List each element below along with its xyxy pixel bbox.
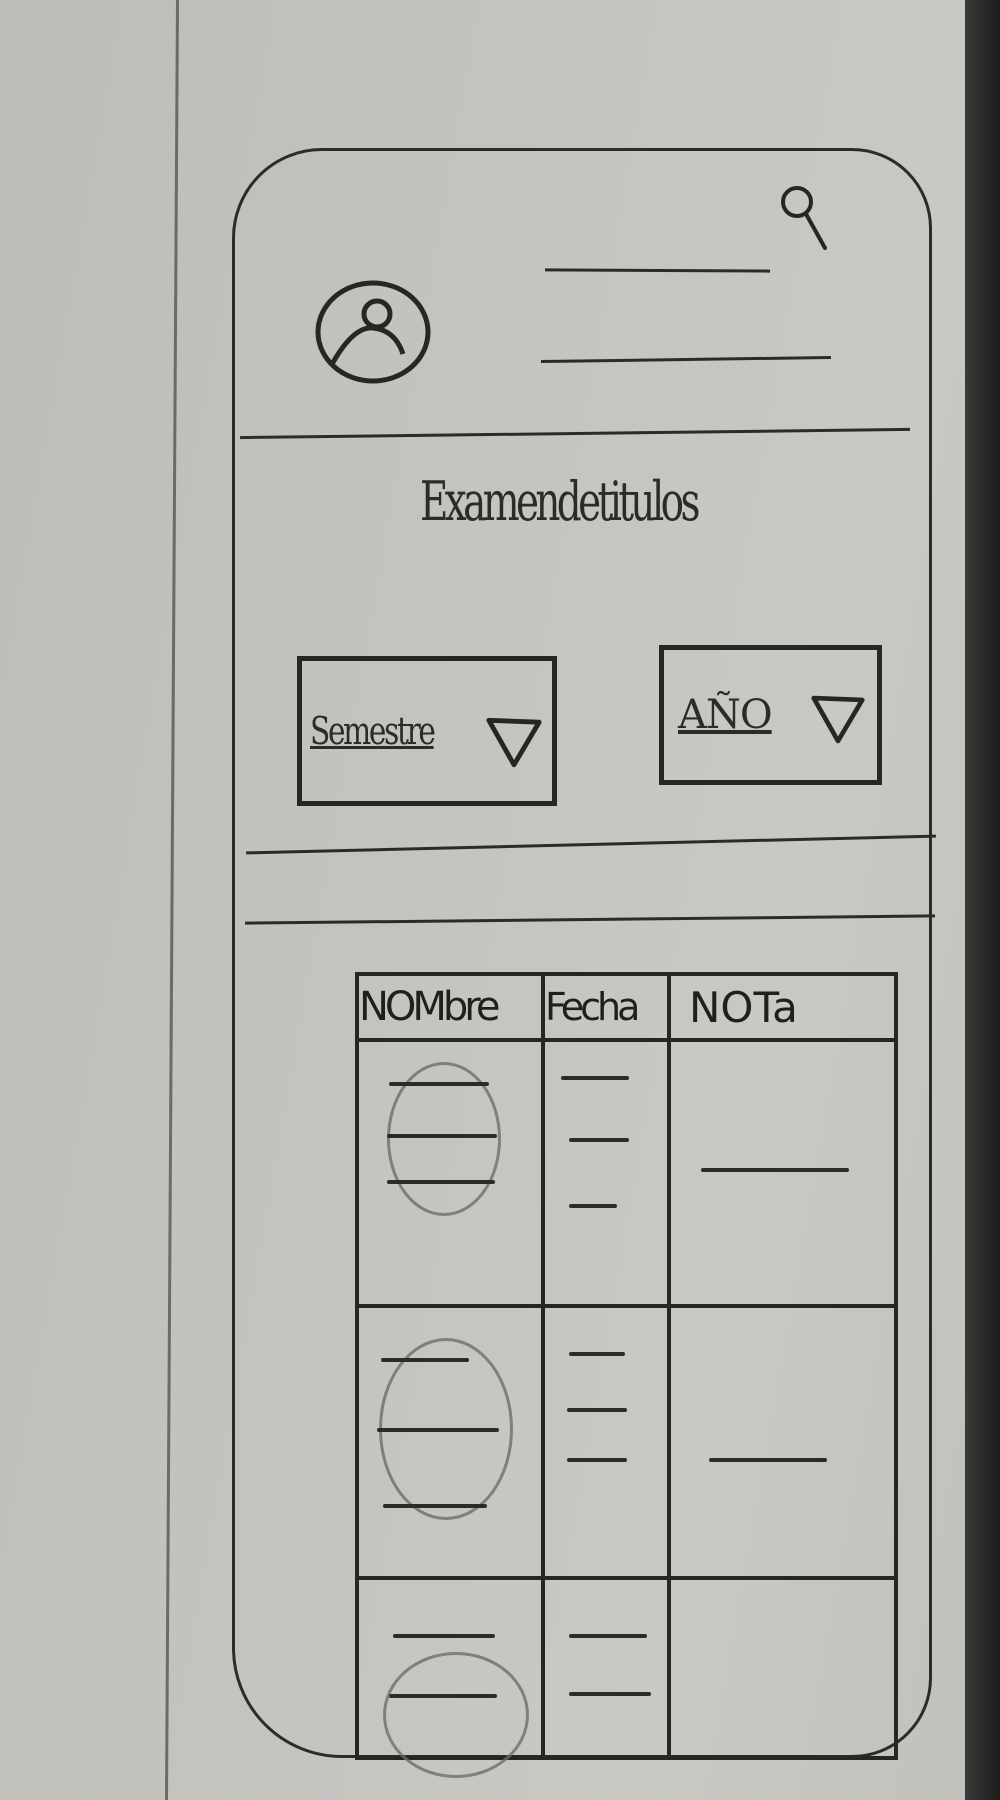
table-row[interactable] — [355, 1038, 898, 1308]
anio-dropdown-label: AÑO — [678, 692, 773, 738]
name-cell — [355, 1304, 545, 1580]
table-row[interactable] — [355, 1576, 898, 1778]
semestre-dropdown[interactable]: Semestre — [297, 656, 557, 806]
text-placeholder-line — [383, 1504, 487, 1508]
triangle-down-icon — [486, 717, 542, 768]
triangle-down-icon — [811, 695, 865, 744]
text-placeholder-line — [569, 1692, 651, 1696]
text-placeholder-line — [569, 1634, 647, 1638]
semestre-dropdown-label: Semestre — [310, 709, 436, 753]
text-placeholder-line — [701, 1168, 849, 1172]
column-header-nota[interactable]: NOTa — [667, 972, 898, 1042]
table-header-row: NOMbre Fecha NOTa — [355, 972, 898, 1042]
anio-dropdown[interactable]: AÑO — [659, 645, 882, 785]
text-placeholder-line — [569, 1138, 629, 1142]
search-icon[interactable] — [775, 180, 835, 255]
column-header-nombre[interactable]: NOMbre — [355, 972, 545, 1042]
date-cell — [541, 1038, 671, 1308]
table-edge — [965, 0, 1000, 1800]
text-placeholder-line — [567, 1458, 627, 1462]
text-placeholder-line — [561, 1076, 629, 1080]
column-header-fecha[interactable]: Fecha — [541, 972, 671, 1042]
grade-cell — [667, 1576, 898, 1760]
text-placeholder-line — [569, 1204, 617, 1208]
text-placeholder-line — [389, 1694, 497, 1698]
student-photo-placeholder — [383, 1652, 529, 1778]
user-avatar-icon[interactable] — [313, 276, 435, 384]
date-cell — [541, 1304, 671, 1580]
name-cell — [355, 1038, 545, 1308]
table-row[interactable] — [355, 1304, 898, 1580]
name-cell — [355, 1576, 545, 1778]
text-placeholder-line — [387, 1134, 497, 1138]
text-placeholder-line — [381, 1358, 469, 1362]
grade-cell — [667, 1304, 898, 1580]
text-placeholder-line — [569, 1352, 625, 1356]
date-cell — [541, 1576, 671, 1760]
text-placeholder-line — [709, 1458, 827, 1462]
text-placeholder-line — [387, 1180, 495, 1184]
page-title: Examendetitulos — [420, 470, 700, 533]
text-placeholder-line — [393, 1634, 495, 1638]
grade-cell — [667, 1038, 898, 1308]
text-placeholder-line — [377, 1428, 499, 1432]
text-placeholder-line — [567, 1408, 627, 1412]
text-placeholder-line — [389, 1082, 489, 1086]
results-table: NOMbre Fecha NOTa — [355, 972, 898, 1778]
